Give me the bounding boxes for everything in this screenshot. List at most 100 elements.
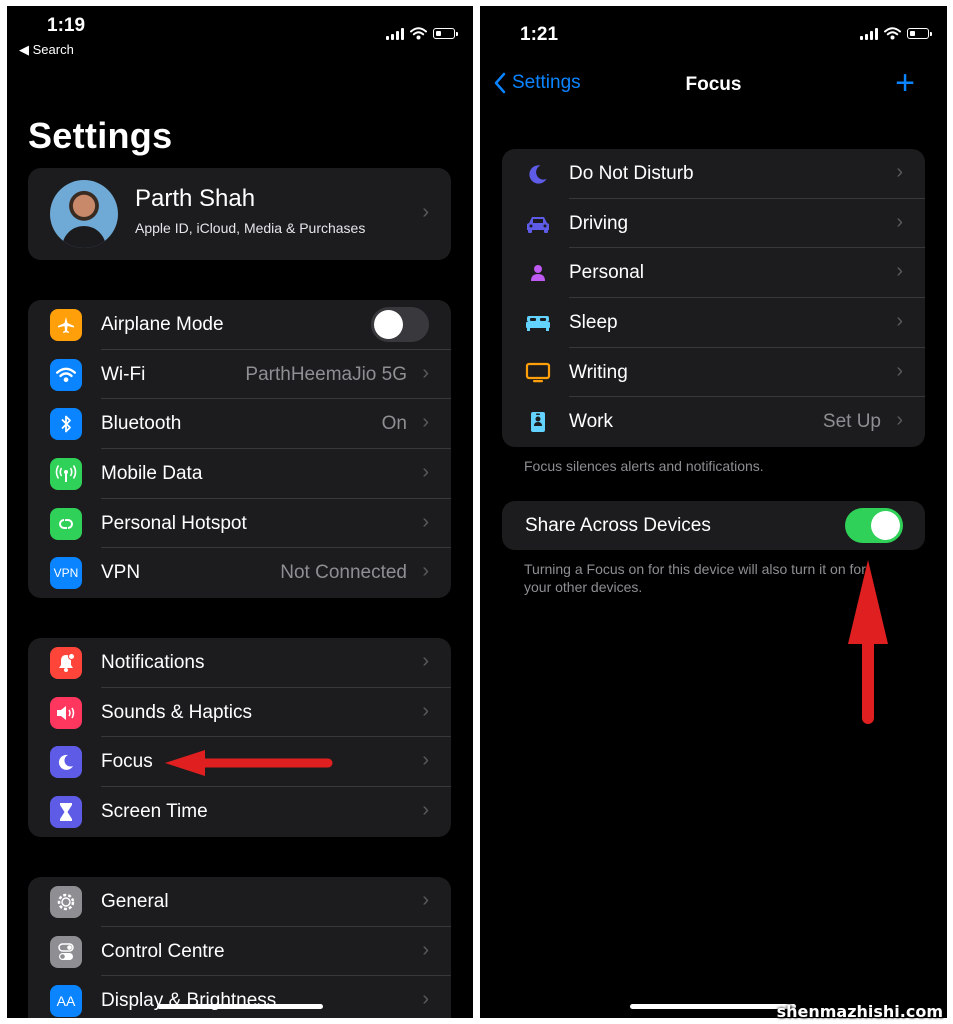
focus-mode-writing[interactable]: Writing ›	[502, 348, 925, 398]
annotation-arrow-up	[848, 560, 888, 724]
chevron-right-icon: ›	[422, 411, 429, 434]
chevron-right-icon: ›	[896, 161, 903, 183]
vpn-status-value: Not Connected	[280, 562, 407, 584]
add-focus-button[interactable]: +	[895, 64, 915, 103]
screen-time-row[interactable]: Screen Time ›	[28, 787, 451, 837]
moon-icon	[50, 746, 82, 779]
airplane-icon	[50, 309, 82, 341]
chevron-right-icon: ›	[896, 310, 903, 333]
vpn-icon: VPN	[50, 557, 82, 590]
wifi-status-icon	[884, 27, 901, 40]
chevron-right-icon: ›	[422, 510, 429, 533]
mobile-data-row[interactable]: Mobile Data ›	[28, 449, 451, 499]
focus-modes-group: Do Not Disturb › Driving › Personal › Sl…	[502, 149, 925, 447]
chevron-right-icon: ›	[896, 409, 903, 432]
focus-mode-label: Sleep	[569, 312, 618, 334]
personal-hotspot-row[interactable]: Personal Hotspot ›	[28, 499, 451, 549]
person-icon	[524, 260, 552, 286]
share-footnote: Turning a Focus on for this device will …	[524, 561, 866, 595]
share-across-devices-toggle[interactable]	[845, 508, 903, 543]
chevron-right-icon: ›	[422, 361, 429, 384]
general-row[interactable]: General ›	[28, 877, 451, 927]
chevron-right-icon: ›	[422, 799, 429, 822]
chevron-right-icon: ›	[422, 201, 429, 223]
notifications-label: Notifications	[101, 652, 205, 673]
text-size-icon: AA	[50, 985, 82, 1018]
focus-mode-work[interactable]: Work Set Up ›	[502, 397, 925, 447]
bell-icon	[50, 647, 82, 679]
home-indicator[interactable]	[157, 1004, 323, 1009]
focus-mode-label: Do Not Disturb	[569, 163, 694, 184]
share-across-devices-row: Share Across Devices	[502, 501, 925, 550]
cellular-signal-icon	[860, 27, 878, 40]
focus-mode-driving[interactable]: Driving ›	[502, 199, 925, 249]
focus-mode-label: Work	[569, 411, 613, 433]
hotspot-icon	[50, 507, 82, 540]
wifi-network-value: ParthHeemaJio 5G	[245, 363, 407, 385]
airplane-mode-label: Airplane Mode	[101, 314, 224, 335]
sounds-haptics-row[interactable]: Sounds & Haptics ›	[28, 688, 451, 738]
car-icon	[524, 211, 552, 237]
chevron-right-icon: ›	[422, 650, 429, 672]
airplane-mode-row: Airplane Mode	[28, 300, 451, 350]
bluetooth-value: On	[381, 413, 407, 435]
share-across-devices-group: Share Across Devices	[502, 501, 925, 550]
notifications-row[interactable]: Notifications ›	[28, 638, 451, 688]
annotation-arrow-left	[165, 750, 333, 776]
airplane-mode-toggle[interactable]	[371, 307, 429, 342]
profile-subtitle: Apple ID, iCloud, Media & Purchases	[135, 220, 366, 236]
home-indicator[interactable]	[630, 1004, 796, 1009]
avatar	[50, 180, 118, 248]
share-across-devices-label: Share Across Devices	[525, 515, 711, 536]
focus-mode-label: Personal	[569, 262, 644, 284]
bed-icon	[524, 310, 552, 336]
sounds-haptics-label: Sounds & Haptics	[101, 701, 253, 723]
cellular-signal-icon	[386, 27, 404, 40]
focus-mode-sleep[interactable]: Sleep ›	[502, 298, 925, 348]
focus-mode-do-not-disturb[interactable]: Do Not Disturb ›	[502, 149, 925, 199]
chevron-right-icon: ›	[896, 359, 903, 382]
focus-screen: 1:21 Settings Focus + Do Not Disturb › D…	[480, 6, 947, 1018]
general-label: General	[101, 891, 169, 912]
watermark: shenmazhishi.com	[776, 1002, 943, 1021]
wifi-icon	[50, 358, 82, 391]
status-time: 1:19	[47, 15, 86, 36]
chevron-right-icon: ›	[422, 988, 429, 1011]
battery-icon	[433, 28, 458, 39]
antenna-icon	[50, 458, 82, 491]
chevron-right-icon: ›	[422, 749, 429, 772]
wifi-row[interactable]: Wi-Fi ParthHeemaJio 5G ›	[28, 350, 451, 400]
focus-footnote: Focus silences alerts and notifications.	[524, 458, 764, 474]
speaker-icon	[50, 696, 82, 729]
status-indicators	[860, 27, 932, 40]
hourglass-icon	[50, 796, 82, 829]
wifi-status-icon	[410, 27, 427, 40]
bluetooth-label: Bluetooth	[101, 413, 182, 435]
nav-title: Focus	[685, 74, 742, 95]
focus-mode-label: Writing	[569, 361, 628, 383]
display-brightness-row[interactable]: AA Display & Brightness ›	[28, 976, 451, 1018]
notifications-group: Notifications › Sounds & Haptics › Focus…	[28, 638, 451, 837]
control-centre-row[interactable]: Control Centre ›	[28, 927, 451, 977]
bluetooth-icon	[50, 408, 82, 441]
back-to-search-link[interactable]: ◀ Search	[19, 42, 74, 58]
vpn-label: VPN	[101, 562, 141, 584]
display-brightness-label: Display & Brightness	[101, 990, 277, 1012]
bluetooth-row[interactable]: Bluetooth On ›	[28, 399, 451, 450]
status-indicators	[386, 27, 458, 40]
vpn-row[interactable]: VPN VPN Not Connected ›	[28, 548, 451, 598]
profile-name: Parth Shah	[135, 185, 256, 212]
chevron-right-icon: ›	[422, 889, 429, 911]
monitor-icon	[524, 360, 552, 386]
chevron-right-icon: ›	[422, 699, 429, 722]
settings-screen: 1:19 ◀ Search Settings Parth Shah Apple …	[7, 6, 473, 1018]
page-title: Settings	[28, 115, 173, 156]
badge-icon	[524, 409, 552, 435]
mobile-data-label: Mobile Data	[101, 463, 203, 485]
apple-id-profile-row[interactable]: Parth Shah Apple ID, iCloud, Media & Pur…	[28, 168, 451, 260]
moon-icon	[524, 161, 552, 187]
connectivity-group: Airplane Mode Wi-Fi ParthHeemaJio 5G › B…	[28, 300, 451, 598]
chevron-right-icon: ›	[422, 461, 429, 484]
focus-mode-personal[interactable]: Personal ›	[502, 248, 925, 299]
chevron-right-icon: ›	[896, 210, 903, 233]
